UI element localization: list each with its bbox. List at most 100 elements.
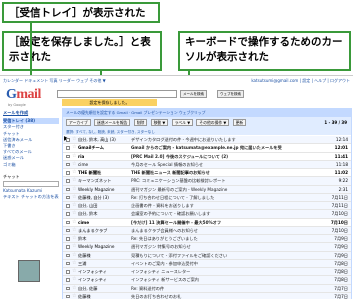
table-row[interactable]: ☆ Weekly Magazine 週刊マガジン 最新号のご案内 - Weekly … [63,185,351,194]
star-icon[interactable]: ☆ [72,219,76,226]
star-icon[interactable]: ☆ [72,235,76,242]
row-checkbox[interactable] [66,220,70,224]
logo-mail: mail [16,87,41,102]
star-icon[interactable]: ☆ [72,177,76,184]
table-row[interactable]: ☆ Weekly Magazine 週刊マガジン 特集号のお知らせ 7月9日 [63,243,351,252]
row-checkbox[interactable] [66,237,70,241]
row-checkbox[interactable] [66,187,70,191]
logo-g: G [6,87,17,102]
row-date: 12:01 [334,145,348,151]
row-checkbox[interactable] [66,212,70,216]
row-checkbox[interactable] [66,195,70,200]
archive-button[interactable]: アーカイブ [66,119,91,126]
promo-tabs[interactable]: メールの優先順位を設定する Gmail · Gmail プレゼンテーション ウェ… [63,109,351,117]
row-date: 7月9日 [334,244,348,250]
row-checkbox[interactable] [66,138,70,142]
table-row[interactable]: ☆ 佐藤様, 自分 (3) Re: 打ち合わせ日程について - 了解しました 7月11… [63,193,351,202]
row-sender: THE 新聞社 [78,170,102,175]
logo-subtitle: by Google [8,103,26,107]
row-checkbox[interactable] [66,245,70,249]
row-checkbox[interactable] [66,162,70,167]
star-icon[interactable]: ☆ [72,210,76,217]
star-icon[interactable]: ☆ [72,169,76,176]
star-icon[interactable]: ☆ [72,186,76,193]
star-icon[interactable]: ☆ [72,285,76,292]
star-icon[interactable]: ☆ [72,153,76,160]
table-row[interactable]: ☆ 佐藤様 先日のお打ち合わせのお礼 7月7日 [63,292,351,299]
row-date: 7月8日 [334,269,348,274]
row-sender: 自分, 山田 [78,203,98,208]
star-icon[interactable]: ☆ [72,227,76,234]
table-row[interactable]: ☆ cime 今月のセール Special 情報のお知らせ 11:18 [63,160,351,169]
row-subject: 今月のセール Special 情報のお知らせ [131,161,204,167]
table-row[interactable]: ☆ cime [今だけ] 11 決算セール開催中 - 最大50%オフ 7月10日 [63,218,351,227]
row-checkbox[interactable] [66,286,70,290]
row-checkbox[interactable] [66,204,70,208]
report-spam-button[interactable]: 迷惑メールを報告 [94,119,131,126]
row-checkbox[interactable] [66,270,70,274]
table-row[interactable]: ☆ インフォシティ インフォシティ ニュースレター 7月8日 [63,268,351,277]
star-icon[interactable]: ☆ [72,243,76,250]
row-date: 7月7日 [334,293,348,299]
star-icon[interactable]: ☆ [72,293,76,299]
table-row[interactable]: ☆ THE 新聞社 THE 新聞社ニュース 新聞記事のお知らせ 11:02 [63,169,351,178]
row-date: 7月11日 [331,194,348,200]
row-checkbox[interactable] [66,294,70,299]
star-icon[interactable]: ☆ [72,136,76,143]
row-date: 7月7日 [334,285,348,291]
callout-keyboard-cursor: キーボードで操作するためのカーソルが表示された [178,31,351,71]
star-icon[interactable]: ☆ [72,252,76,259]
search-input[interactable] [57,90,177,98]
star-icon[interactable]: ☆ [72,260,76,267]
label-dropdown[interactable]: ラベル ▼ [171,119,194,126]
table-row[interactable]: ☆ Gmailチーム Gmail からのご案内 - katsumata@exampl… [63,144,351,153]
row-checkbox[interactable] [66,228,70,233]
row-checkbox[interactable] [66,261,70,266]
star-icon[interactable]: ☆ [72,276,76,283]
row-sender: 佐藤様 [78,252,91,258]
row-subject: Gmail からのご案内 - katsumata@example.ne.jp 宛… [131,145,282,151]
move-dropdown[interactable]: 移動 ▼ [150,119,169,126]
star-icon[interactable]: ☆ [72,161,76,168]
table-row[interactable]: ☆ 佐藤様 見積もりについて - 添付ファイルをご確認ください 7月9日 [63,251,351,260]
table-row[interactable]: ☆ キーマンズネット PRC: コミュニケーション基盤の比較検討レポート 9:22 [63,177,351,186]
table-row[interactable]: ☆ 自分, 佐藤 Re: 資料送付の件 7月7日 [63,284,351,293]
chat-hint[interactable]: テキスト チャットの方法を表示。 [3,194,59,200]
refresh-button[interactable]: 更新 [232,119,247,126]
table-row[interactable]: ☆ 自分, 山田 企画書の件 - 資料をお送りします 7月11日 [63,202,351,211]
sidebar-item-trash[interactable]: ゴミ箱 [3,162,59,168]
more-actions-dropdown[interactable]: その他の操作 ▼ [196,119,230,126]
table-row[interactable]: ☆ 鈴木 Re: 先日はありがとうございました 7月9日 [63,235,351,244]
delete-button[interactable]: 削除 [133,119,148,126]
table-row[interactable]: ☆ まんまるクラブ まんまるクラブ会員様へのお知らせ 7月10日 [63,226,351,235]
message-count: 1 - 39 / 39 [324,120,347,125]
table-row[interactable]: ☆ 自分, 鈴木 会議室の予約について - 確認お願いします 7月10日 [63,210,351,219]
row-sender: cime [78,219,90,225]
star-icon[interactable]: ☆ [72,202,76,209]
table-row[interactable]: ☆ ria [PRC Mail 2.0] 今後のスケジュールについて (2) 11:4… [63,152,351,161]
row-subject: インフォシティ 新サービスのご案内 [131,277,199,283]
row-checkbox[interactable] [66,278,70,282]
account-links[interactable]: katsutsumi@gmail.com | 設定 | ヘルプ | ログアウト [251,78,350,84]
select-bar[interactable]: 選択: すべて, なし, 既読, 未読, スター付き, スターなし [63,129,351,135]
table-row[interactable]: ▶☆自分, 鈴木, 高山 (3)デザインカタログ送付の件 - 今週中にお送りいた… [63,136,351,145]
row-checkbox[interactable] [66,179,70,183]
table-row[interactable]: ☆ インフォシティ インフォシティ 新サービスのご案内 7月8日 [63,276,351,285]
star-icon[interactable]: ☆ [72,194,76,201]
row-sender: 佐藤様, 自分 (3) [78,194,109,200]
row-date: 2:31 [338,186,348,192]
row-checkbox[interactable] [66,154,70,158]
row-checkbox[interactable] [66,146,70,150]
table-row[interactable]: ☆ 三浦 イベントのご案内 - 参加申込受付中 7月8日 [63,259,351,268]
row-checkbox[interactable] [66,253,70,257]
row-subject: Re: 打ち合わせ日程について - 了解しました [131,194,215,200]
row-sender: インフォシティ [78,269,107,274]
star-icon[interactable]: ☆ [72,144,76,151]
chat-search-input[interactable] [3,180,59,188]
star-icon[interactable]: ☆ [72,268,76,275]
row-subject: THE 新聞社ニュース 新聞記事のお知らせ [131,170,210,175]
row-checkbox[interactable] [66,171,70,175]
search-web-button[interactable]: ウェブを検索 [217,90,244,98]
compose-link[interactable]: メールを作成 [3,110,59,116]
search-mail-button[interactable]: メールを検索 [180,90,207,98]
